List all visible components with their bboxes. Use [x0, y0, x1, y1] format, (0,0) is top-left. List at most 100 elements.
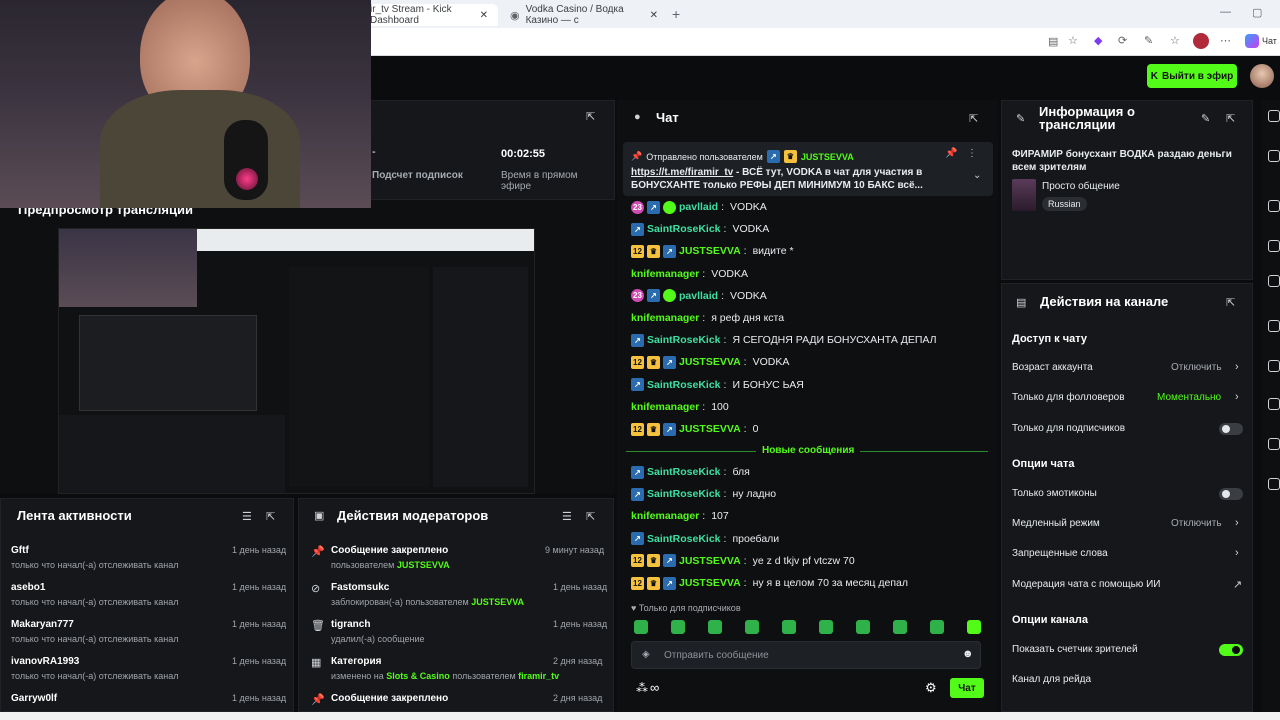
maximize-icon[interactable]: ▢	[1252, 6, 1262, 19]
filter-icon[interactable]: ☰	[242, 510, 252, 523]
slow-mode-value[interactable]: Отключить	[1171, 518, 1222, 529]
sidebar-tool-icon[interactable]	[1268, 200, 1280, 212]
sidebar-tool-icon[interactable]	[1268, 398, 1280, 410]
banned-words-label[interactable]: Запрещенные слова	[1012, 548, 1108, 559]
mod-action-highlight[interactable]: firamir_tv	[518, 671, 559, 681]
chevron-right-icon[interactable]: ›	[1235, 547, 1239, 559]
external-link-icon[interactable]: ↗	[1233, 578, 1242, 591]
sidebar-tool-icon[interactable]	[1268, 240, 1280, 252]
chat-username[interactable]: pavllaid	[679, 290, 718, 302]
mod-action-highlight[interactable]: JUSTSEVVA	[397, 560, 450, 570]
minimize-icon[interactable]: —	[1220, 6, 1231, 18]
emote-3[interactable]	[708, 620, 722, 634]
chat-username[interactable]: SaintRoseKick	[647, 223, 721, 235]
raid-channel-label[interactable]: Канал для рейда	[1012, 674, 1091, 685]
expand-icon[interactable]: ⇱	[969, 112, 978, 125]
stream-preview-image[interactable]	[58, 228, 535, 494]
chevron-down-icon[interactable]: ⌄	[973, 170, 981, 181]
sidebar-tool-icon[interactable]	[1268, 275, 1280, 287]
pinned-message[interactable]: 📌 Отправлено пользователем ↗ ♛ JUSTSEVVA…	[623, 142, 993, 196]
star-icon[interactable]: ☆	[1068, 34, 1078, 47]
language-tag[interactable]: Russian	[1042, 197, 1087, 211]
chat-username[interactable]: knifemanager	[631, 401, 699, 413]
activity-user-name[interactable]: Gftf	[11, 545, 29, 556]
chevron-right-icon[interactable]: ›	[1235, 361, 1239, 373]
chat-username[interactable]: SaintRoseKick	[647, 488, 721, 500]
sidebar-tool-icon[interactable]	[1268, 320, 1280, 332]
chevron-right-icon[interactable]: ›	[1235, 517, 1239, 529]
filter-icon[interactable]: ☰	[562, 510, 572, 523]
emote-10[interactable]	[967, 620, 981, 634]
pinned-user[interactable]: JUSTSEVVA	[801, 152, 854, 162]
chat-username[interactable]: knifemanager	[631, 510, 699, 522]
tab-kick-dashboard[interactable]: ir_tv Stream - Kick Dashboard ✕	[360, 4, 498, 26]
chat-username[interactable]: pavllaid	[679, 201, 718, 213]
ai-moderation-label[interactable]: Модерация чата с помощью ИИ	[1012, 579, 1160, 590]
sidebar-tool-icon[interactable]	[1268, 438, 1280, 450]
followers-only-value[interactable]: Моментально	[1157, 392, 1221, 403]
activity-user-name[interactable]: Garryw0lf	[11, 693, 57, 704]
expand-icon[interactable]: ⇱	[586, 510, 595, 523]
chat-username[interactable]: JUSTSEVVA	[679, 577, 741, 589]
chat-input[interactable]: ◈ Отправить сообщение ☻	[631, 641, 981, 669]
sidebar-tool-icon[interactable]	[1268, 478, 1280, 490]
chat-username[interactable]: SaintRoseKick	[647, 533, 721, 545]
close-icon[interactable]: ✕	[480, 10, 488, 21]
emote-6[interactable]	[819, 620, 833, 634]
emote-4[interactable]	[745, 620, 759, 634]
new-tab-icon[interactable]: +	[672, 6, 680, 22]
expand-icon[interactable]: ⇱	[1226, 112, 1235, 125]
pinned-link[interactable]: https://t.me/firamir_tv	[631, 167, 733, 178]
send-chat-button[interactable]: Чат	[950, 678, 984, 698]
chat-username[interactable]: knifemanager	[631, 312, 699, 324]
extension-icon[interactable]: ⟳	[1118, 34, 1127, 47]
emote-7[interactable]	[856, 620, 870, 634]
emote-1[interactable]	[634, 620, 648, 634]
more-icon[interactable]: ⋯	[1220, 34, 1231, 47]
expand-icon[interactable]: ⇱	[586, 110, 595, 123]
emote-9[interactable]	[930, 620, 944, 634]
avatar[interactable]	[1250, 64, 1274, 88]
mod-action-highlight[interactable]: JUSTSEVVA	[471, 597, 524, 607]
chat-username[interactable]: JUSTSEVVA	[679, 356, 741, 368]
activity-user-name[interactable]: ivanovRA1993	[11, 656, 79, 667]
chat-username[interactable]: JUSTSEVVA	[679, 555, 741, 567]
chevron-right-icon[interactable]: ›	[1235, 391, 1239, 403]
account-age-value[interactable]: Отключить	[1171, 362, 1222, 373]
shield-icon[interactable]: ◆	[1094, 34, 1102, 47]
sidebar-tool-icon[interactable]	[1268, 360, 1280, 372]
kick-points-icon[interactable]: ⁂	[636, 681, 648, 695]
chat-username[interactable]: JUSTSEVVA	[679, 423, 741, 435]
reader-icon[interactable]: ▤	[1048, 35, 1058, 48]
tab-vodka-casino[interactable]: ◉ Vodka Casino / Водка Казино — с ✕	[500, 4, 668, 26]
category-name[interactable]: Просто общение	[1042, 181, 1120, 192]
expand-icon[interactable]: ⇱	[1226, 296, 1235, 309]
sidebar-tool-icon[interactable]	[1268, 110, 1280, 122]
expand-icon[interactable]: ⇱	[266, 510, 275, 523]
favorites-icon[interactable]: ☆	[1170, 34, 1180, 47]
chat-username[interactable]: SaintRoseKick	[647, 379, 721, 391]
activity-user-name[interactable]: Makaryan777	[11, 619, 74, 630]
more-vertical-icon[interactable]: ⋮	[967, 148, 977, 159]
activity-user-name[interactable]: asebo1	[11, 582, 45, 593]
unpin-icon[interactable]: 📌	[945, 148, 957, 159]
emote-2[interactable]	[671, 620, 685, 634]
emote-5[interactable]	[782, 620, 796, 634]
edit-icon[interactable]: ✎	[1201, 112, 1210, 125]
mod-action-highlight[interactable]: Slots & Casino	[386, 671, 450, 681]
emoji-icon[interactable]: ☻	[962, 648, 974, 660]
copilot-icon[interactable]	[1245, 34, 1259, 48]
chat-username[interactable]: SaintRoseKick	[647, 466, 721, 478]
chat-username[interactable]: knifemanager	[631, 268, 699, 280]
emotes-only-toggle[interactable]	[1219, 488, 1243, 500]
go-live-button[interactable]: K Выйти в эфир	[1147, 64, 1237, 88]
show-viewers-toggle[interactable]	[1219, 644, 1243, 656]
chat-username[interactable]: JUSTSEVVA	[679, 245, 741, 257]
category-thumbnail[interactable]	[1012, 179, 1036, 211]
subs-only-toggle[interactable]	[1219, 423, 1243, 435]
puzzle-icon[interactable]: ✎	[1144, 34, 1153, 47]
close-icon[interactable]: ✕	[650, 10, 658, 21]
chat-username[interactable]: SaintRoseKick	[647, 334, 721, 346]
emote-8[interactable]	[893, 620, 907, 634]
gear-icon[interactable]: ⚙	[925, 680, 937, 696]
